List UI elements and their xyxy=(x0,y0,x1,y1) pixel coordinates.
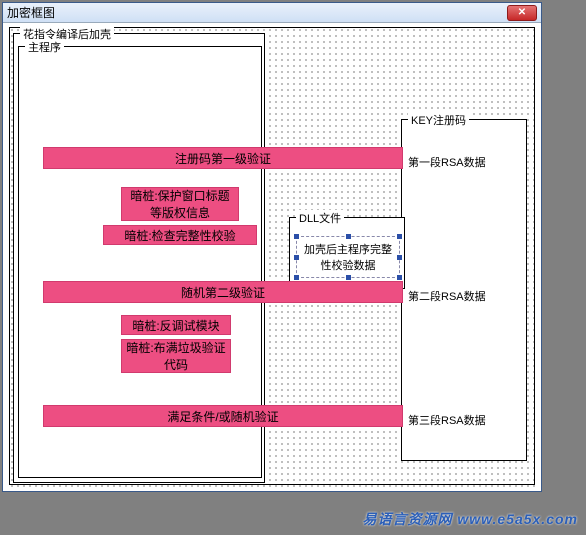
group-key-label: KEY注册码 xyxy=(408,112,469,128)
watermark: 易语言资源网 www.e5a5x.com xyxy=(362,509,578,529)
titlebar: 加密框图 ✕ xyxy=(3,3,541,23)
bar-stub4[interactable]: 暗桩:布满垃圾验证代码 xyxy=(121,339,231,373)
bar-stub3[interactable]: 暗桩:反调试模块 xyxy=(121,315,231,335)
designer-window: 加密框图 ✕ 花指令编译后加壳 主程序 KEY注册码 第一段RSA数据 第二段R… xyxy=(2,2,542,492)
close-button[interactable]: ✕ xyxy=(507,5,537,21)
key-seg1: 第一段RSA数据 xyxy=(406,154,488,170)
group-dll-label: DLL文件 xyxy=(296,210,344,226)
bar-reg1[interactable]: 注册码第一级验证 xyxy=(43,147,403,169)
group-main-label: 主程序 xyxy=(25,39,64,55)
selection-handles xyxy=(294,234,402,280)
window-title: 加密框图 xyxy=(7,4,507,21)
bar-stub1[interactable]: 暗桩:保护窗口标题等版权信息 xyxy=(121,187,239,221)
close-icon: ✕ xyxy=(518,7,526,18)
form-canvas[interactable]: 花指令编译后加壳 主程序 KEY注册码 第一段RSA数据 第二段RSA数据 第三… xyxy=(7,25,537,487)
key-seg2: 第二段RSA数据 xyxy=(406,288,488,304)
group-dll[interactable]: DLL文件 加壳后主程序完整性校验数据 xyxy=(289,217,405,289)
bar-rand2[interactable]: 随机第二级验证 xyxy=(43,281,403,303)
dll-text[interactable]: 加壳后主程序完整性校验数据 xyxy=(296,236,400,278)
group-key[interactable]: KEY注册码 第一段RSA数据 第二段RSA数据 第三段RSA数据 xyxy=(401,119,527,461)
bar-cond[interactable]: 满足条件/或随机验证 xyxy=(43,405,403,427)
bar-stub2[interactable]: 暗桩:检查完整性校验 xyxy=(103,225,257,245)
key-seg3: 第三段RSA数据 xyxy=(406,412,488,428)
